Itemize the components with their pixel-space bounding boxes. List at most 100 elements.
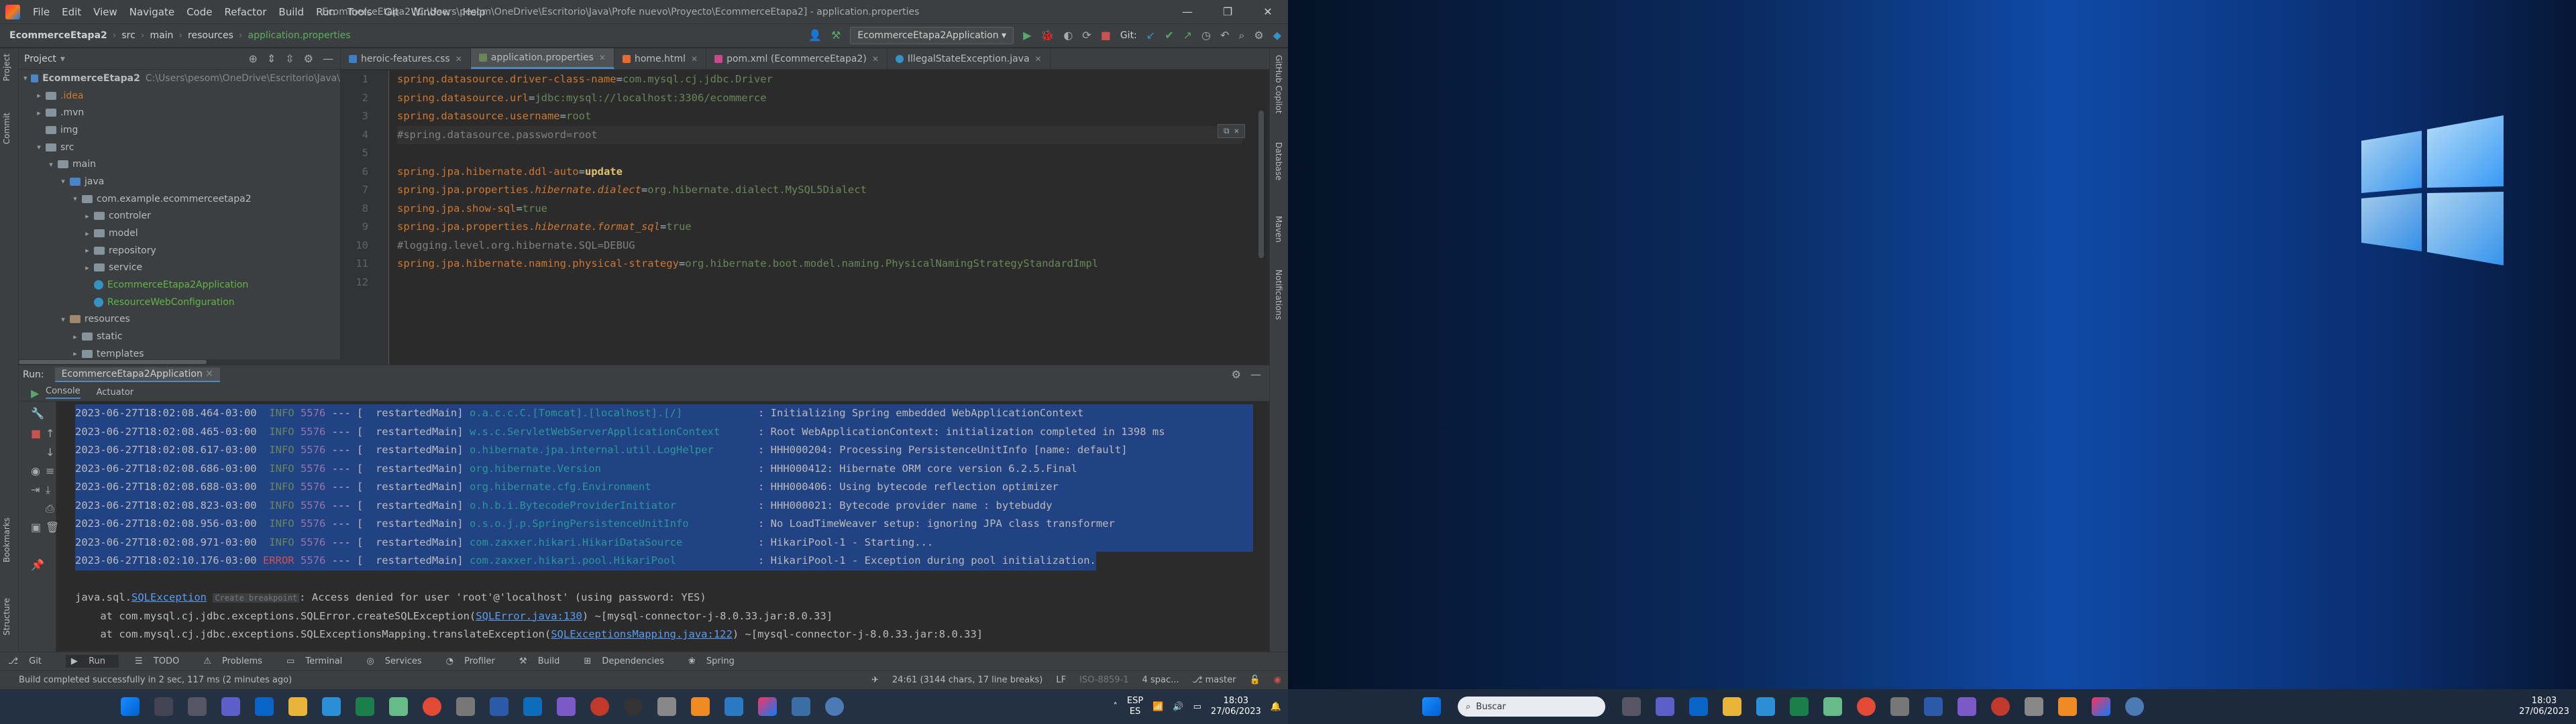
tab-actuator[interactable]: Actuator bbox=[97, 387, 134, 398]
close-icon[interactable]: ✕ bbox=[455, 54, 462, 64]
event-log-icon[interactable]: ◉ bbox=[1274, 675, 1281, 685]
menu-run[interactable]: Run bbox=[316, 6, 335, 18]
visual-studio-icon[interactable] bbox=[1957, 697, 1976, 716]
rollback-icon[interactable]: ↶ bbox=[1220, 30, 1229, 41]
mail-icon[interactable] bbox=[1689, 697, 1708, 716]
caret-position[interactable]: 24:61 (3144 chars, 17 line breaks) bbox=[892, 675, 1043, 685]
exception-class-link[interactable]: SQLException bbox=[131, 591, 207, 603]
close-icon[interactable]: ✕ bbox=[1035, 54, 1042, 64]
app-icon[interactable] bbox=[792, 697, 810, 716]
app-icon[interactable] bbox=[825, 697, 844, 716]
menu-edit[interactable]: Edit bbox=[62, 6, 81, 18]
tab-home-html[interactable]: home.html ✕ bbox=[614, 48, 707, 69]
visual-studio-icon[interactable] bbox=[557, 697, 576, 716]
wifi-icon[interactable]: 📶 bbox=[1152, 702, 1163, 712]
app-icon[interactable] bbox=[657, 697, 676, 716]
status-message[interactable]: Build completed successfully in 2 sec, 1… bbox=[19, 675, 292, 685]
chevron-right-icon[interactable]: ▸ bbox=[82, 212, 93, 221]
outlook-icon[interactable] bbox=[523, 697, 542, 716]
coverage-icon[interactable]: ◐ bbox=[1063, 30, 1073, 41]
chevron-down-icon[interactable]: ▾ bbox=[70, 194, 80, 203]
chevron-down-icon[interactable]: ▾ bbox=[21, 74, 30, 82]
horizontal-scrollbar[interactable] bbox=[19, 359, 340, 365]
task-view-icon[interactable] bbox=[1622, 697, 1641, 716]
tree-item-src[interactable]: ▾ src bbox=[19, 139, 340, 156]
structure-tool-tab[interactable]: Structure bbox=[2, 598, 11, 636]
volume-icon[interactable]: 🔊 bbox=[1173, 702, 1183, 712]
layout-icon[interactable]: ▣ bbox=[31, 522, 41, 533]
tool-problems[interactable]: ⚠ Problems bbox=[203, 656, 270, 666]
menu-view[interactable]: View bbox=[93, 6, 117, 18]
breadcrumb-main[interactable]: main bbox=[150, 30, 173, 41]
bookmarks-tool-tab[interactable]: Bookmarks bbox=[2, 518, 11, 562]
clock[interactable]: 18:03 27/06/2023 bbox=[1211, 696, 1261, 717]
close-icon[interactable]: ✕ bbox=[691, 54, 698, 64]
database-tool-tab[interactable]: Database bbox=[1274, 142, 1283, 180]
git-branch[interactable]: ⎇ master bbox=[1193, 675, 1236, 685]
menu-window[interactable]: Window bbox=[411, 6, 450, 18]
app-icon[interactable] bbox=[2025, 697, 2043, 716]
word-icon[interactable] bbox=[1924, 697, 1943, 716]
hide-icon[interactable]: — bbox=[1250, 369, 1261, 380]
edge-icon[interactable] bbox=[322, 697, 341, 716]
hide-icon[interactable]: — bbox=[323, 53, 333, 64]
chevron-right-icon[interactable]: ▸ bbox=[70, 349, 80, 358]
word-icon[interactable] bbox=[490, 697, 508, 716]
tool-dependencies[interactable]: ⊞ Dependencies bbox=[584, 656, 672, 666]
chevron-right-icon[interactable]: ▸ bbox=[82, 263, 93, 272]
tree-item-resources[interactable]: ▾ resources bbox=[19, 311, 340, 328]
chevron-up-icon[interactable]: ˄ bbox=[1113, 702, 1118, 712]
indent-setting[interactable]: 4 spac... bbox=[1142, 675, 1179, 685]
menu-build[interactable]: Build bbox=[278, 6, 304, 18]
wrench-icon[interactable]: 🔧 bbox=[31, 408, 44, 419]
print-icon[interactable]: ⎙ bbox=[46, 503, 54, 514]
chevron-down-icon[interactable]: ▾ bbox=[58, 315, 68, 324]
app-icon[interactable] bbox=[2125, 697, 2144, 716]
breadcrumb-file[interactable]: application.properties bbox=[248, 30, 351, 41]
code-area[interactable]: 1 2 3 4 5 6 7 8 9 10 11 12 spring.dataso… bbox=[341, 70, 1269, 365]
tool-run[interactable]: ▶ Run bbox=[65, 655, 119, 668]
tree-item-package[interactable]: ▾ com.example.ecommerceetapa2 bbox=[19, 190, 340, 208]
tool-spring[interactable]: ❀ Spring bbox=[688, 656, 743, 666]
menu-help[interactable]: Help bbox=[463, 6, 486, 18]
tool-profiler[interactable]: ◔ Profiler bbox=[446, 656, 503, 666]
taskbar-search[interactable]: ⌕ Buscar bbox=[1458, 697, 1605, 717]
copilot-inline-popup[interactable]: ⧉ ✕ bbox=[1217, 124, 1245, 138]
expand-all-icon[interactable]: ⇕ bbox=[267, 53, 276, 64]
chevron-down-icon[interactable]: ▾ bbox=[46, 160, 56, 169]
vertical-scrollbar[interactable] bbox=[1258, 111, 1264, 258]
tool-build[interactable]: ⚒ Build bbox=[519, 656, 568, 666]
chevron-down-icon[interactable]: ▾ bbox=[58, 177, 68, 186]
file-explorer-icon[interactable] bbox=[1723, 697, 1741, 716]
user-icon[interactable]: 👤 bbox=[808, 30, 822, 41]
run-tab[interactable]: EcommerceEtapa2Application ✕ bbox=[54, 367, 221, 382]
restore-button[interactable]: ❐ bbox=[1208, 0, 1248, 23]
gear-icon[interactable]: ⚙ bbox=[1232, 369, 1241, 380]
pin-icon[interactable]: 📌 bbox=[31, 560, 44, 570]
trash-icon[interactable]: 🗑 bbox=[46, 522, 59, 533]
tree-root[interactable]: ▾ EcommerceEtapa2 C:\Users\pesom\OneDrive… bbox=[19, 70, 340, 87]
teams-icon[interactable] bbox=[221, 697, 240, 716]
tab-heroic-features[interactable]: heroic-features.css ✕ bbox=[341, 48, 471, 69]
arrow-down-icon[interactable]: ↓ bbox=[46, 447, 54, 458]
rerun-icon[interactable]: ▶ bbox=[31, 388, 39, 399]
console-output[interactable]: 2023-06-27T18:02:08.464-03:00 INFO 5576 … bbox=[75, 404, 1253, 670]
stack-frame-link[interactable]: SQLError.java:130 bbox=[476, 610, 582, 622]
tab-pom-xml[interactable]: pom.xml (EcommerceEtapa2) ✕ bbox=[706, 48, 888, 69]
close-window-button[interactable]: ✕ bbox=[1248, 0, 1288, 23]
app-icon[interactable] bbox=[456, 697, 475, 716]
tree-item-img[interactable]: img bbox=[19, 121, 340, 139]
app-icon[interactable] bbox=[624, 697, 643, 716]
breadcrumb-resources[interactable]: resources bbox=[188, 30, 233, 41]
profile-icon[interactable]: ⟳ bbox=[1082, 30, 1091, 41]
chevron-right-icon[interactable]: ▸ bbox=[34, 109, 44, 117]
chevron-down-icon[interactable]: ▾ bbox=[60, 54, 65, 64]
search-icon[interactable]: ⌕ bbox=[1238, 30, 1244, 41]
notification-icon[interactable]: 🔔 bbox=[1271, 702, 1281, 712]
tree-item-config-class[interactable]: ResourceWebConfiguration bbox=[19, 294, 340, 311]
app-icon[interactable] bbox=[1823, 697, 1842, 716]
stop-icon[interactable]: ■ bbox=[31, 428, 41, 439]
exit-icon[interactable]: ⇥ bbox=[31, 485, 40, 495]
lock-icon[interactable]: 🔓 bbox=[1249, 675, 1260, 685]
app-icon[interactable] bbox=[389, 697, 408, 716]
